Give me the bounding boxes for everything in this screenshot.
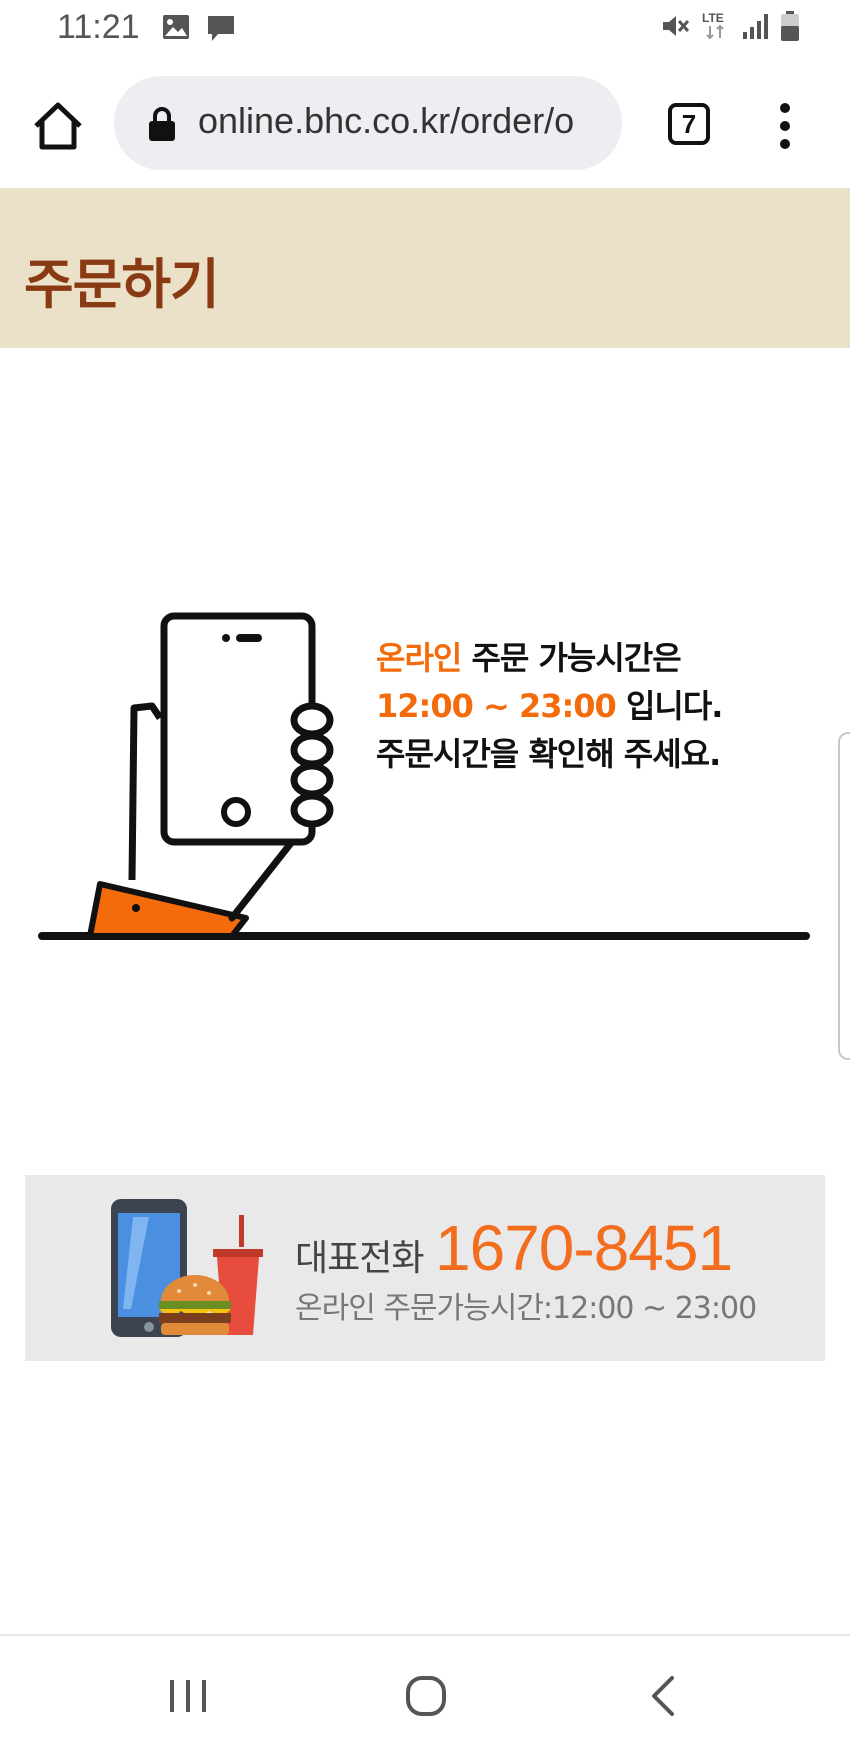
status-bar: 11:21 LTE xyxy=(0,0,850,60)
lte-text: LTE xyxy=(702,11,724,25)
browser-toolbar: online.bhc.co.kr/order/o 7 xyxy=(0,68,850,186)
back-icon[interactable] xyxy=(634,1666,694,1726)
notice-line-1-text: 주문 가능시간은 xyxy=(461,639,681,677)
home-icon[interactable] xyxy=(30,98,86,154)
recent-apps-icon[interactable] xyxy=(158,1666,218,1726)
notice-line-2: 12:00 ~ 23:00 입니다. xyxy=(376,682,723,730)
edge-panel-handle[interactable] xyxy=(838,732,850,1060)
notice-hours-highlight: 12:00 ~ 23:00 xyxy=(376,687,617,725)
page-header: 주문하기 xyxy=(0,188,850,348)
url-text[interactable]: online.bhc.co.kr/order/o xyxy=(198,100,574,142)
signal-icon xyxy=(743,14,768,39)
more-vert-icon[interactable] xyxy=(774,102,796,150)
mute-icon xyxy=(663,16,690,36)
status-icons: LTE xyxy=(660,10,800,42)
banner-order-hours: 온라인 주문가능시간:12:00 ~ 23:00 xyxy=(295,1291,757,1326)
system-nav-bar xyxy=(0,1634,850,1747)
banner-phone-number[interactable]: 1670-8451 xyxy=(435,1211,733,1285)
tab-switcher-button[interactable]: 7 xyxy=(668,103,710,145)
sleeve xyxy=(87,881,249,939)
status-time: 11:21 xyxy=(57,8,140,46)
phone-body xyxy=(160,612,316,846)
lock-icon xyxy=(149,107,175,141)
page-title: 주문하기 xyxy=(24,253,220,316)
address-bar[interactable]: online.bhc.co.kr/order/o xyxy=(114,76,622,170)
image-icon xyxy=(163,15,189,39)
battery-icon xyxy=(781,11,799,41)
call-banner[interactable]: 대표전화 1670-8451 온라인 주문가능시간:12:00 ~ 23:00 xyxy=(25,1175,825,1361)
notice-line-1: 온라인 주문 가능시간은 xyxy=(376,634,722,682)
notice-line-3: 주문시간을 확인해 주세요. xyxy=(376,735,721,773)
notice-online-highlight: 온라인 xyxy=(376,639,462,677)
notice-line-2-text: 입니다. xyxy=(615,687,723,725)
order-hours-notice: 온라인 주문 가능시간은 12:00 ~ 23:00 입니다. 주문시간을 확인… xyxy=(376,634,723,778)
phone-burger-icon xyxy=(111,1199,263,1337)
home-circle-icon[interactable] xyxy=(396,1666,456,1726)
lte-icon: LTE xyxy=(702,11,724,40)
banner-phone-label: 대표전화 xyxy=(295,1238,424,1279)
message-icon xyxy=(208,16,234,41)
